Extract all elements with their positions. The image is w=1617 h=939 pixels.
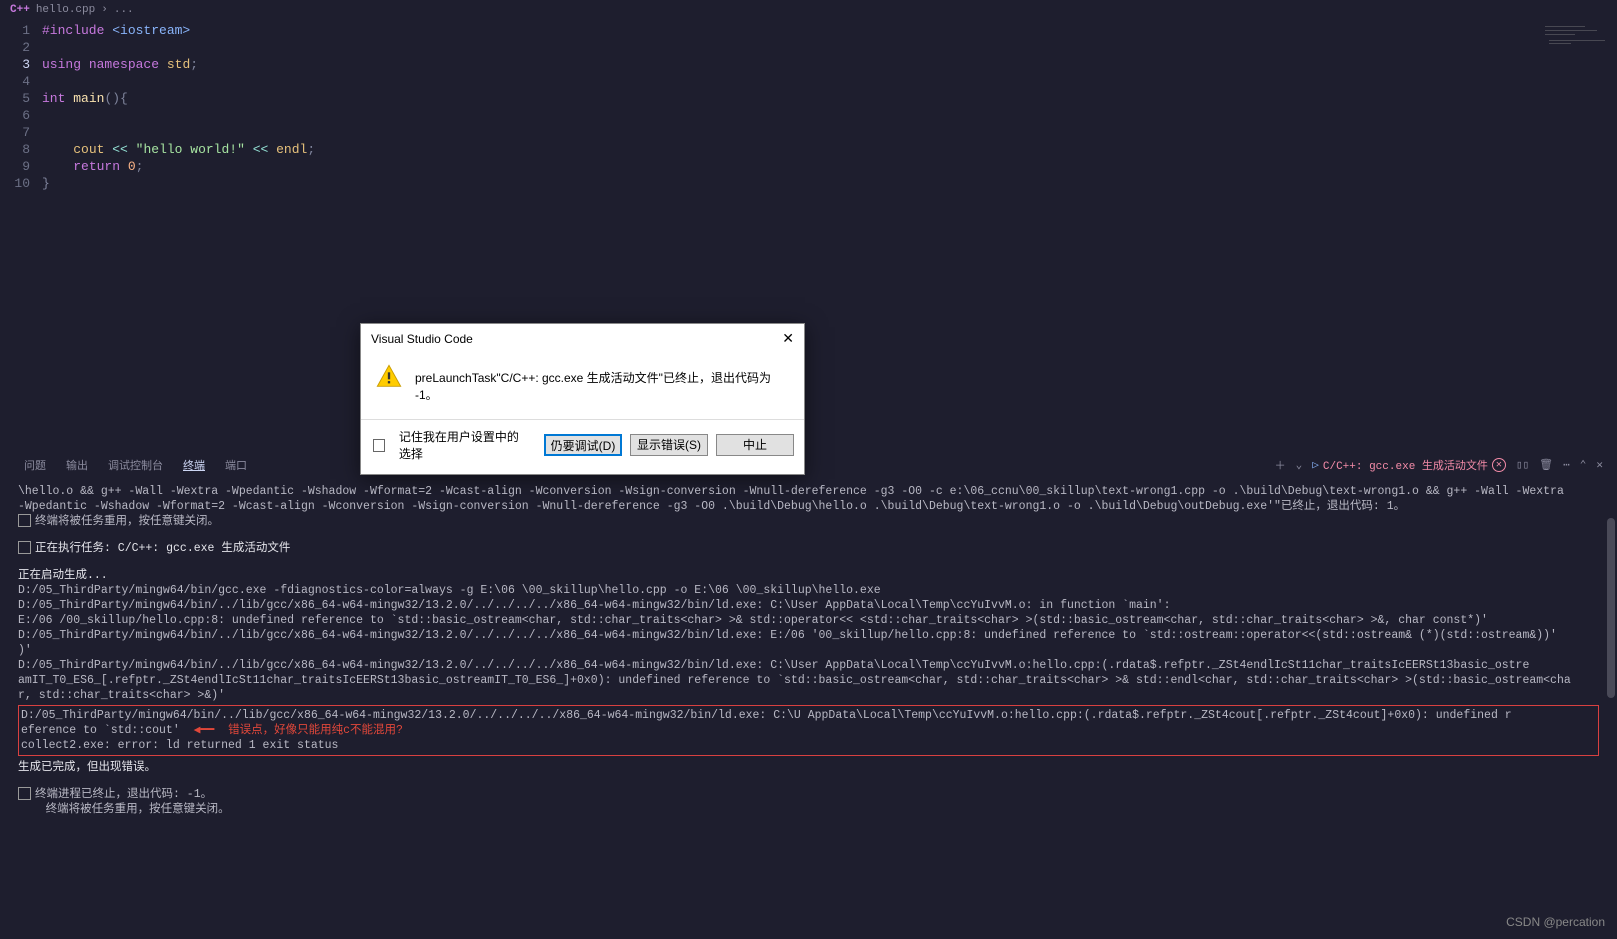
tab-terminal[interactable]: 终端 [173, 453, 215, 477]
close-panel-icon[interactable]: ✕ [1596, 458, 1603, 472]
error-icon: ✕ [1492, 458, 1506, 472]
terminal-scrollbar[interactable] [1605, 478, 1617, 939]
include-target: <iostream> [104, 23, 190, 38]
error-annotation: 错误点，好像只能用纯c不能混用? [228, 724, 403, 737]
arrow-icon: ◀━━ [194, 723, 215, 738]
block-icon [18, 514, 31, 527]
terminal-output[interactable]: \hello.o && g++ -Wall -Wextra -Wpedantic… [0, 478, 1617, 939]
using-keyword: using [42, 57, 81, 72]
panel-actions: ＋ ⌄ ▷ C/C++: gcc.exe 生成活动文件 ✕ ▯▯ 🗑 ⋯ ⌃ ✕ [1275, 457, 1603, 473]
int-keyword: int [42, 91, 65, 106]
dialog-message: preLaunchTask"C/C++: gcc.exe 生成活动文件"已终止，… [415, 363, 790, 403]
block-icon [18, 541, 31, 554]
block-icon [18, 787, 31, 800]
include-keyword: #include [42, 23, 104, 38]
code-editor[interactable]: 12345678910 #include <iostream> using na… [0, 20, 1617, 192]
trash-icon[interactable]: 🗑 [1539, 458, 1553, 472]
remember-checkbox[interactable] [373, 439, 385, 452]
more-icon[interactable]: ⋯ [1563, 458, 1570, 472]
dialog-titlebar: Visual Studio Code ✕ [361, 324, 804, 353]
breadcrumb-more[interactable]: ... [114, 4, 134, 16]
scrollbar-thumb[interactable] [1607, 518, 1615, 698]
dialog-title-text: Visual Studio Code [371, 332, 473, 346]
minimap[interactable] [1541, 26, 1611, 86]
close-icon[interactable]: ✕ [782, 330, 794, 347]
new-terminal-icon[interactable]: ＋ [1275, 457, 1286, 473]
panel-tabs: 问题 输出 调试控制台 终端 端口 ＋ ⌄ ▷ C/C++: gcc.exe 生… [0, 452, 1617, 478]
line-gutter: 12345678910 [0, 22, 42, 192]
watermark: CSDN @percation [1506, 915, 1605, 929]
maximize-icon[interactable]: ⌃ [1580, 458, 1587, 472]
main-fn: main [73, 91, 104, 106]
warning-icon [375, 363, 403, 394]
task-status[interactable]: ▷ C/C++: gcc.exe 生成活动文件 ✕ [1312, 457, 1506, 473]
breadcrumb-file[interactable]: hello.cpp [36, 4, 95, 16]
chevron-down-icon[interactable]: ⌄ [1296, 458, 1303, 472]
breadcrumb-sep: › [101, 4, 108, 16]
code-content[interactable]: #include <iostream> using namespace std;… [42, 22, 1617, 192]
split-terminal-icon[interactable]: ▯▯ [1516, 458, 1529, 472]
tab-output[interactable]: 输出 [56, 453, 98, 477]
tab-debug-console[interactable]: 调试控制台 [98, 453, 173, 477]
std-namespace: std [167, 57, 190, 72]
cpp-file-icon: C++ [10, 4, 30, 16]
namespace-keyword: namespace [89, 57, 159, 72]
breadcrumb: C++ hello.cpp › ... [0, 0, 1617, 20]
tab-problems[interactable]: 问题 [14, 453, 56, 477]
tab-ports[interactable]: 端口 [215, 453, 257, 477]
highlighted-error-box: D:/05_ThirdParty/mingw64/bin/../lib/gcc/… [18, 705, 1599, 756]
